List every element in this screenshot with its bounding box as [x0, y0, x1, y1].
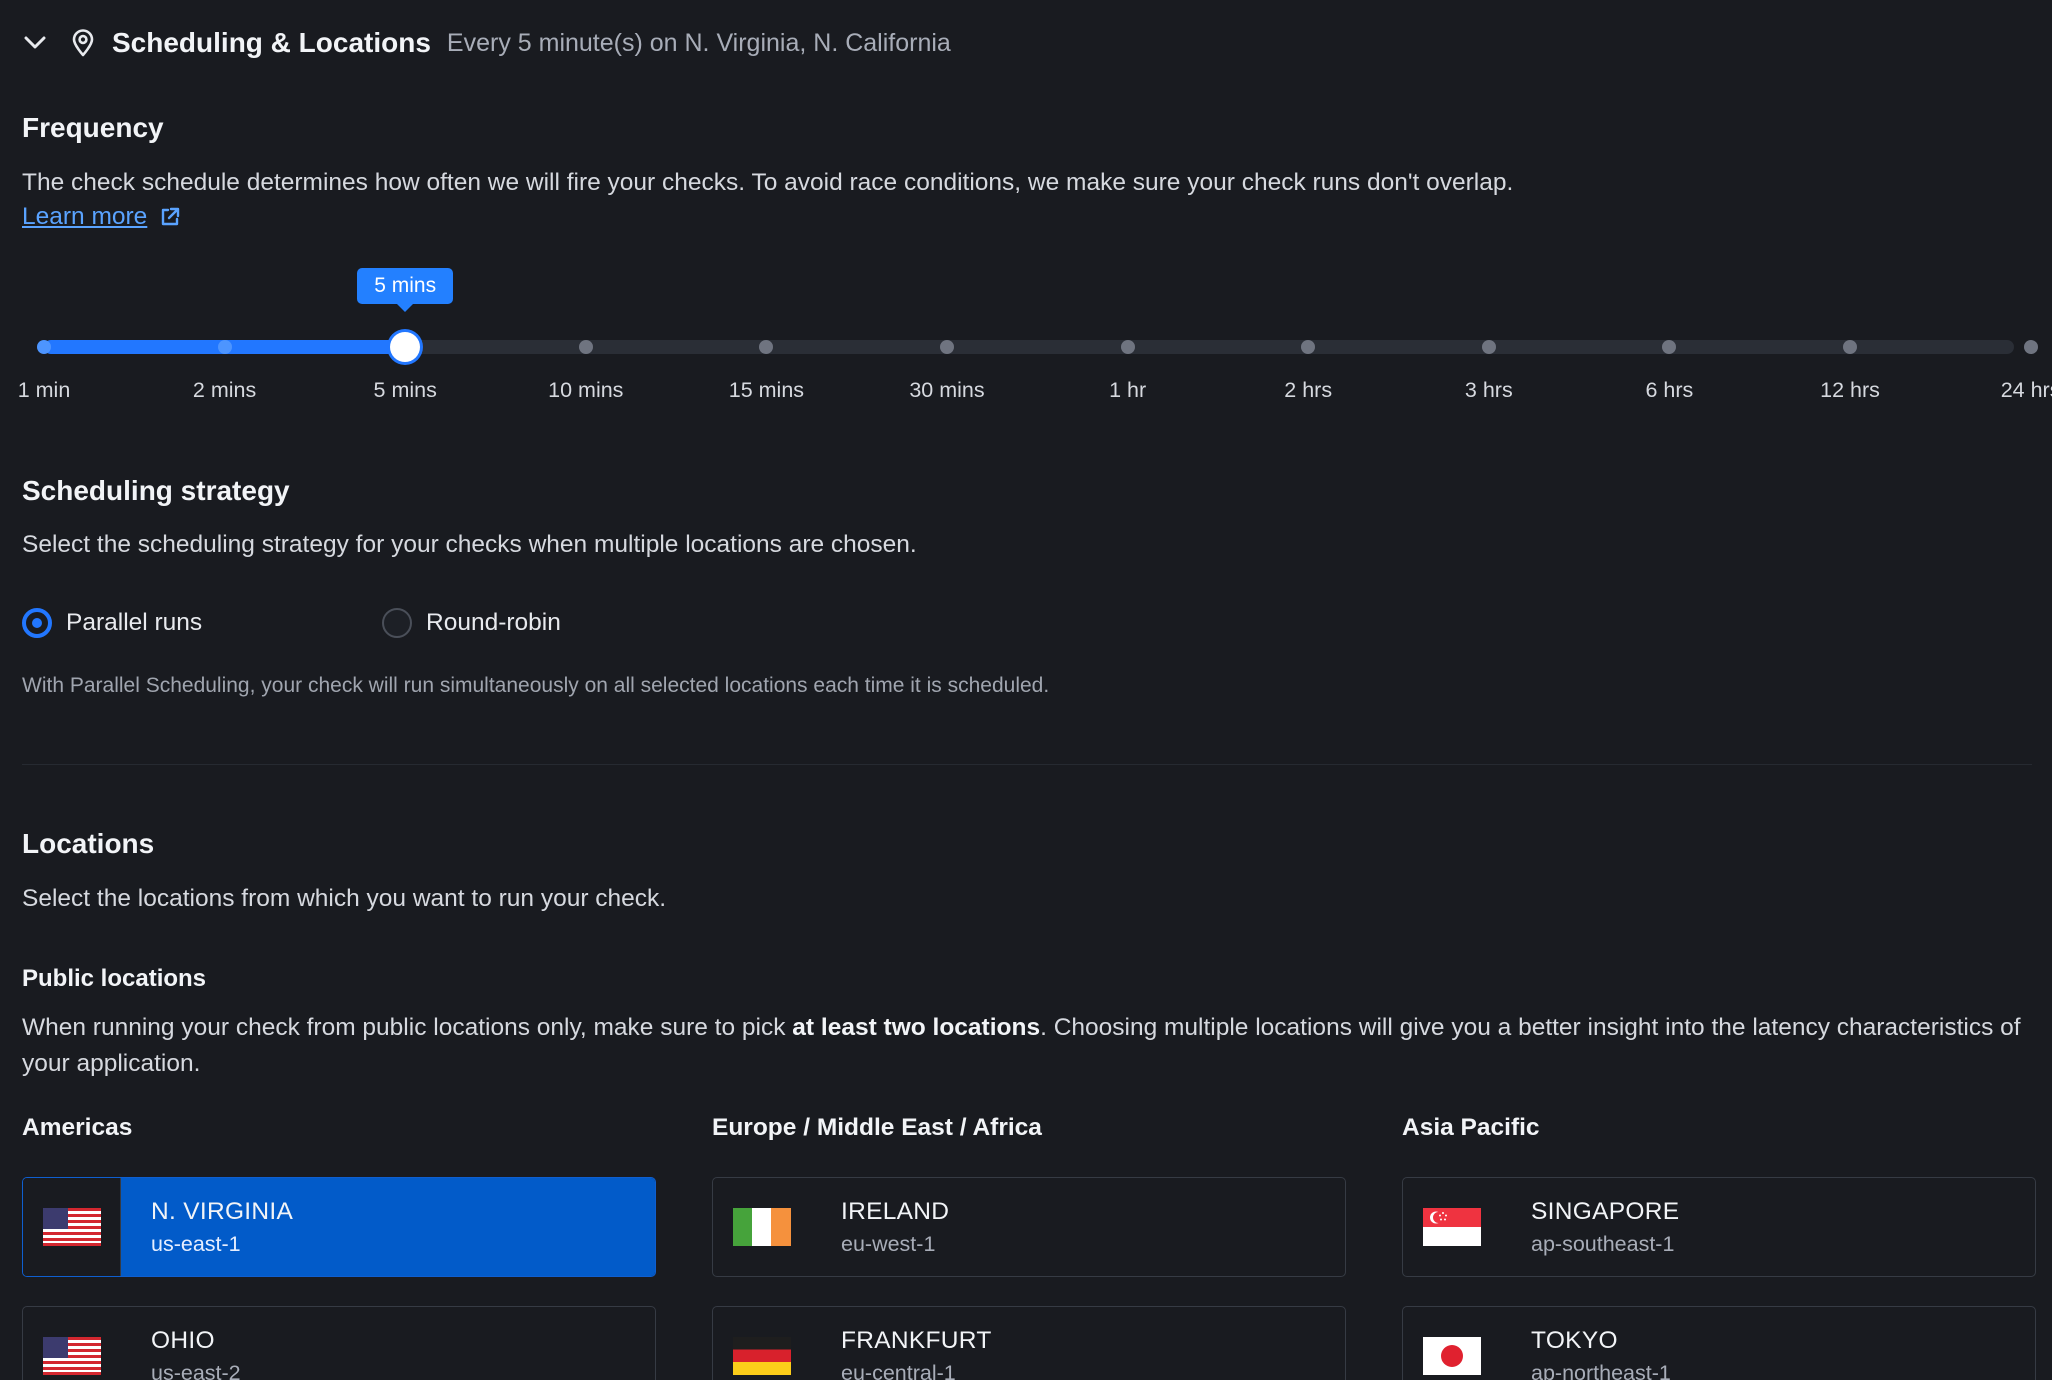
- flag-container: [1403, 1307, 1501, 1380]
- location-name: SINGAPORE: [1531, 1198, 1680, 1225]
- location-name: IRELAND: [841, 1198, 950, 1225]
- location-card-ireland[interactable]: IRELAND eu-west-1: [712, 1177, 1346, 1277]
- location-card-ohio[interactable]: OHIO us-east-2: [22, 1306, 656, 1380]
- public-locations-description: When running your check from public loca…: [22, 1010, 2032, 1082]
- parallel-runs-label: Parallel runs: [66, 609, 203, 636]
- location-code: eu-central-1: [841, 1361, 956, 1380]
- slider-tick-label[interactable]: 2 mins: [193, 378, 256, 403]
- japan-flag-icon: [1422, 1337, 1481, 1375]
- slider-stop[interactable]: [578, 340, 593, 354]
- slider-tick-label[interactable]: 3 hrs: [1465, 378, 1513, 403]
- strategy-note: With Parallel Scheduling, your check wil…: [22, 674, 1050, 697]
- location-code: us-east-1: [151, 1232, 241, 1256]
- parallel-runs-radio[interactable]: Parallel runs: [22, 608, 202, 638]
- locations-heading: Locations: [22, 828, 155, 859]
- location-code: ap-northeast-1: [1531, 1361, 1671, 1380]
- location-code: eu-west-1: [841, 1232, 936, 1256]
- flag-container: [1403, 1178, 1501, 1276]
- slider-stop[interactable]: [1843, 340, 1857, 354]
- frequency-slider[interactable]: 1 min 2 mins 5 mins 5 mins 10 mins 15 mins 30 …: [18, 268, 2052, 402]
- slider-stop[interactable]: [940, 340, 954, 354]
- section-title: Scheduling & Locations: [112, 27, 431, 58]
- region-emea: Europe / Middle East / Africa: [712, 1114, 1042, 1141]
- ireland-flag-icon: [732, 1208, 791, 1246]
- slider-stop[interactable]: [1120, 340, 1135, 354]
- flag-container: [23, 1178, 121, 1276]
- public-locations-heading: Public locations: [22, 965, 207, 992]
- round-robin-radio[interactable]: Round-robin: [382, 608, 561, 638]
- radio-button[interactable]: [382, 608, 412, 638]
- strategy-heading: Scheduling strategy: [22, 475, 290, 506]
- region-asia-pacific: Asia Pacific: [1402, 1114, 1540, 1141]
- card-body: OHIO us-east-2: [121, 1307, 655, 1380]
- frequency-description: The check schedule determines how often …: [22, 169, 1514, 196]
- location-card-n-virginia[interactable]: N. VIRGINIA us-east-1: [22, 1177, 656, 1277]
- location-name: TOKYO: [1531, 1327, 1618, 1354]
- location-name: FRANKFURT: [841, 1327, 992, 1354]
- flag-container: [713, 1178, 811, 1276]
- slider-stop[interactable]: [37, 340, 51, 354]
- flag-container: [713, 1307, 811, 1380]
- location-card-frankfurt[interactable]: FRANKFURT eu-central-1: [712, 1306, 1346, 1380]
- slider-tick-label[interactable]: 1 min: [18, 378, 71, 403]
- slider-stop[interactable]: [2023, 340, 2038, 354]
- location-name: OHIO: [151, 1327, 215, 1354]
- scheduling-locations-panel: Scheduling & Locations Every 5 minute(s)…: [0, 0, 2052, 1380]
- slider-stop[interactable]: [1481, 340, 1496, 354]
- slider-tick-label[interactable]: 24 hrs: [2001, 378, 2052, 403]
- slider-tick-label[interactable]: 5 mins: [374, 378, 437, 403]
- slider-tick-label[interactable]: 12 hrs: [1820, 378, 1880, 403]
- card-body: FRANKFURT eu-central-1: [811, 1307, 1345, 1380]
- slider-stop[interactable]: [217, 340, 232, 354]
- public-text-before: When running your check from public loca…: [22, 1014, 793, 1041]
- slider-tick-label[interactable]: 10 mins: [548, 378, 623, 403]
- card-body: TOKYO ap-northeast-1: [1501, 1307, 2035, 1380]
- slider-tick-label[interactable]: 2 hrs: [1284, 378, 1332, 403]
- locations-description: Select the locations from which you want…: [22, 885, 667, 912]
- public-text-bold: at least two locations: [792, 1014, 1041, 1041]
- location-code: ap-southeast-1: [1531, 1232, 1675, 1256]
- location-card-tokyo[interactable]: TOKYO ap-northeast-1: [1402, 1306, 2036, 1380]
- frequency-heading: Frequency: [22, 112, 164, 143]
- flag-container: [23, 1307, 121, 1380]
- slider-tick-label[interactable]: 15 mins: [729, 378, 804, 403]
- us-flag-icon: [42, 1337, 101, 1375]
- location-code: us-east-2: [151, 1361, 241, 1380]
- singapore-flag-icon: [1422, 1208, 1481, 1246]
- us-flag-icon: [42, 1208, 101, 1246]
- round-robin-label: Round-robin: [426, 609, 561, 636]
- slider-tick-label[interactable]: 30 mins: [909, 378, 984, 403]
- learn-more-link[interactable]: Learn more: [22, 203, 181, 231]
- external-link-icon: [162, 207, 180, 226]
- radio-button-checked[interactable]: [22, 608, 52, 638]
- learn-more-label: Learn more: [22, 203, 148, 230]
- slider-tooltip: 5 mins: [357, 268, 454, 312]
- section-divider: [22, 764, 2032, 765]
- card-body: N. VIRGINIA us-east-1: [121, 1178, 655, 1276]
- chevron-down-icon[interactable]: [22, 30, 48, 56]
- slider-thumb[interactable]: [390, 332, 421, 362]
- strategy-description: Select the scheduling strategy for your …: [22, 531, 917, 558]
- slider-tick-label[interactable]: 1 hr: [1109, 378, 1146, 403]
- section-header[interactable]: Scheduling & Locations Every 5 minute(s)…: [22, 22, 951, 64]
- location-name: N. VIRGINIA: [151, 1198, 294, 1225]
- section-summary: Every 5 minute(s) on N. Virginia, N. Cal…: [446, 28, 951, 57]
- card-body: SINGAPORE ap-southeast-1: [1501, 1178, 2035, 1276]
- slider-tick-label[interactable]: 6 hrs: [1645, 378, 1693, 403]
- region-americas: Americas: [22, 1114, 133, 1141]
- germany-flag-icon: [732, 1337, 791, 1375]
- location-pin-icon: [68, 28, 98, 58]
- card-body: IRELAND eu-west-1: [811, 1178, 1345, 1276]
- location-card-singapore[interactable]: SINGAPORE ap-southeast-1: [1402, 1177, 2036, 1277]
